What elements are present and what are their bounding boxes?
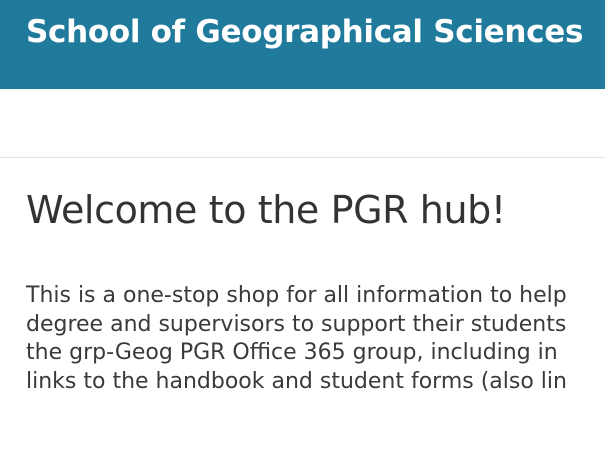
intro-line: links to the handbook and student forms … [26, 368, 567, 394]
main-content: Welcome to the PGR hub! This is a one-st… [0, 158, 605, 450]
intro-line: degree and supervisors to support their … [26, 311, 567, 337]
page-title: Welcome to the PGR hub! [26, 188, 506, 232]
site-header: School of Geographical Sciences [0, 0, 605, 89]
intro-paragraph: This is a one-stop shop for all informat… [26, 282, 605, 396]
site-title[interactable]: School of Geographical Sciences [26, 13, 583, 51]
intro-line: This is a one-stop shop for all informat… [26, 283, 567, 308]
intro-line: the grp-Geog PGR Office 365 group, inclu… [26, 340, 558, 365]
navigation-bar [0, 89, 605, 158]
